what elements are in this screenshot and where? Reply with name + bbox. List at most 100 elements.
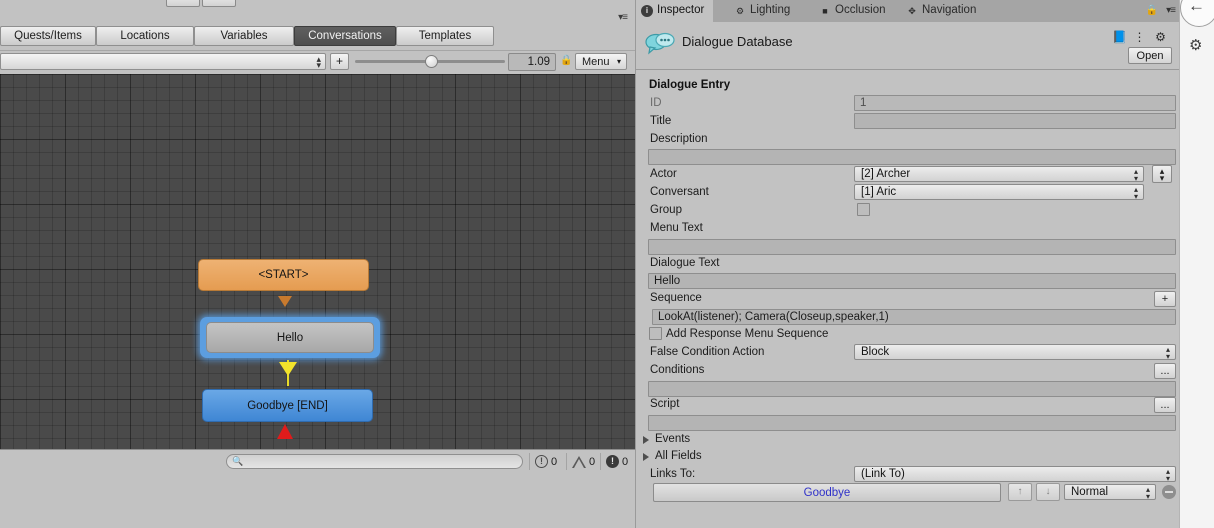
back-arrow-icon: ← bbox=[1188, 0, 1205, 15]
conditions-label: Conditions bbox=[650, 364, 705, 376]
add-response-menu-checkbox[interactable] bbox=[649, 327, 662, 340]
link-move-down-button[interactable]: ↓ bbox=[1036, 483, 1060, 501]
chevron-updown-icon: ▴ ▾ bbox=[1133, 185, 1138, 200]
menu-text-field[interactable] bbox=[648, 239, 1176, 255]
chevron-down-icon: ▾ bbox=[616, 57, 621, 66]
editor-top-strip: ▾≡ bbox=[0, 0, 635, 25]
description-label: Description bbox=[650, 133, 708, 145]
tab-navigation[interactable]: ✥ Navigation bbox=[901, 0, 985, 22]
group-checkbox[interactable] bbox=[857, 203, 870, 216]
dialogue-entry-heading: Dialogue Entry bbox=[649, 79, 731, 91]
inspector-panel: i Inspector ⚙ Lighting ■ Occlusion ✥ Nav… bbox=[635, 0, 1180, 528]
title-field[interactable] bbox=[854, 113, 1176, 129]
console-warning-count[interactable]: 0 bbox=[566, 453, 595, 470]
group-label: Group bbox=[650, 204, 682, 216]
link-arrow-hello-to-goodbye bbox=[279, 362, 297, 376]
add-conversation-button[interactable]: + bbox=[330, 53, 349, 70]
search-icon: 🔍 bbox=[232, 456, 244, 466]
link-priority-select[interactable]: Normal ▴ ▾ bbox=[1064, 484, 1156, 500]
sequence-field[interactable]: LookAt(listener); Camera(Closeup,speaker… bbox=[652, 309, 1176, 325]
editor-menu-button[interactable]: Menu ▾ bbox=[575, 53, 627, 70]
gear-icon[interactable]: ⚙ bbox=[1153, 30, 1168, 45]
link-remove-button[interactable] bbox=[1162, 485, 1176, 499]
chevron-updown-icon: ▴ ▾ bbox=[1133, 167, 1138, 182]
actor-stepper[interactable]: ▴ ▾ bbox=[1152, 165, 1172, 183]
conversant-select[interactable]: [1] Aric ▴ ▾ bbox=[854, 184, 1144, 200]
editor-panel-menu-icon[interactable]: ▾≡ bbox=[618, 12, 628, 23]
lock-icon[interactable]: 🔒 bbox=[560, 55, 572, 67]
tab-inspector-label: Inspector bbox=[657, 4, 705, 16]
tab-lighting-label: Lighting bbox=[750, 4, 791, 16]
tab-lighting[interactable]: ⚙ Lighting bbox=[729, 0, 799, 22]
console-warning-value: 0 bbox=[589, 455, 596, 468]
node-hello[interactable]: Hello bbox=[206, 322, 374, 353]
false-condition-action-value: Block bbox=[861, 346, 890, 358]
false-condition-action-select[interactable]: Block ▴ ▾ bbox=[854, 344, 1176, 360]
back-button[interactable]: ← bbox=[1180, 0, 1214, 27]
sequence-add-button[interactable]: + bbox=[1154, 291, 1176, 307]
tab-templates[interactable]: Templates bbox=[396, 26, 494, 46]
editor-tab-bar: Quests/Items Locations Variables Convers… bbox=[0, 26, 635, 48]
lighting-icon: ⚙ bbox=[735, 6, 745, 16]
conditions-field[interactable] bbox=[648, 381, 1176, 397]
dialogue-text-field[interactable]: Hello bbox=[648, 273, 1176, 289]
links-to-select[interactable]: (Link To) ▴ ▾ bbox=[854, 466, 1176, 482]
console-info-count[interactable]: ! 0 bbox=[529, 453, 557, 470]
all-fields-foldout[interactable]: All Fields bbox=[642, 450, 702, 462]
tab-inspector[interactable]: i Inspector bbox=[636, 0, 714, 22]
link-arrow-start-to-hello bbox=[278, 296, 292, 307]
hamburger-menu-icon[interactable]: ▾≡ bbox=[1166, 5, 1176, 16]
conversant-label: Conversant bbox=[650, 186, 709, 198]
link-entry-goodbye[interactable]: Goodbye bbox=[653, 483, 1001, 502]
sequence-label: Sequence bbox=[650, 292, 702, 304]
console-error-count[interactable]: ! 0 bbox=[600, 453, 628, 470]
tab-variables[interactable]: Variables bbox=[194, 26, 294, 46]
editor-menu-label: Menu bbox=[582, 56, 610, 68]
occlusion-icon: ■ bbox=[822, 6, 828, 16]
actor-label: Actor bbox=[650, 168, 677, 180]
lock-icon[interactable]: 🔒 bbox=[1146, 5, 1158, 16]
toolbar-button-partial-2[interactable] bbox=[202, 0, 236, 7]
node-goodbye[interactable]: Goodbye [END] bbox=[202, 389, 373, 422]
gear-icon[interactable]: ⚙ bbox=[1189, 36, 1202, 54]
tab-occlusion-label: Occlusion bbox=[835, 4, 886, 16]
zoom-slider-handle[interactable] bbox=[425, 55, 438, 68]
inspector-title: Dialogue Database bbox=[682, 34, 793, 49]
script-menu-button[interactable]: ... bbox=[1154, 397, 1176, 413]
link-move-up-button[interactable]: ↑ bbox=[1008, 483, 1032, 501]
editor-toolbar: ▴ ▾ + 1.09 🔒 Menu ▾ bbox=[0, 50, 635, 72]
info-icon: i bbox=[641, 5, 653, 17]
chevron-updown-icon: ▴ ▾ bbox=[1165, 345, 1170, 360]
link-arrow-return bbox=[277, 424, 293, 439]
tab-locations[interactable]: Locations bbox=[96, 26, 194, 46]
console-search-input[interactable]: 🔍 bbox=[226, 454, 523, 469]
preset-icon[interactable]: ⋮ bbox=[1132, 30, 1147, 45]
tab-quests-items[interactable]: Quests/Items bbox=[0, 26, 96, 46]
dialogue-text-label: Dialogue Text bbox=[650, 257, 720, 269]
false-condition-action-label: False Condition Action bbox=[650, 346, 765, 358]
events-foldout[interactable]: Events bbox=[642, 433, 690, 445]
console-error-value: 0 bbox=[622, 455, 629, 468]
chevron-updown-icon: ▴ ▾ bbox=[1159, 166, 1165, 183]
actor-select[interactable]: [2] Archer ▴ ▾ bbox=[854, 166, 1144, 182]
tab-occlusion[interactable]: ■ Occlusion bbox=[814, 0, 895, 22]
open-button[interactable]: Open bbox=[1128, 47, 1172, 64]
description-field[interactable] bbox=[648, 149, 1176, 165]
title-label: Title bbox=[650, 115, 672, 127]
help-book-icon[interactable]: 📘 bbox=[1112, 30, 1127, 45]
conversation-select[interactable]: ▴ ▾ bbox=[0, 53, 326, 70]
conditions-menu-button[interactable]: ... bbox=[1154, 363, 1176, 379]
zoom-value-field[interactable]: 1.09 bbox=[508, 53, 556, 71]
links-to-label: Links To: bbox=[650, 468, 696, 480]
tab-navigation-label: Navigation bbox=[922, 4, 977, 16]
tab-conversations[interactable]: Conversations bbox=[294, 26, 396, 46]
menu-text-label: Menu Text bbox=[650, 222, 703, 234]
warning-icon bbox=[572, 455, 586, 468]
toolbar-button-partial-1[interactable] bbox=[166, 0, 200, 7]
script-field[interactable] bbox=[648, 415, 1176, 431]
console-info-value: 0 bbox=[551, 455, 558, 468]
links-to-value: (Link To) bbox=[861, 468, 905, 480]
conversation-node-canvas[interactable]: <START> Hello Goodbye [END] Actor: Aric … bbox=[0, 74, 635, 449]
zoom-slider[interactable] bbox=[355, 55, 505, 68]
node-start[interactable]: <START> bbox=[198, 259, 369, 291]
